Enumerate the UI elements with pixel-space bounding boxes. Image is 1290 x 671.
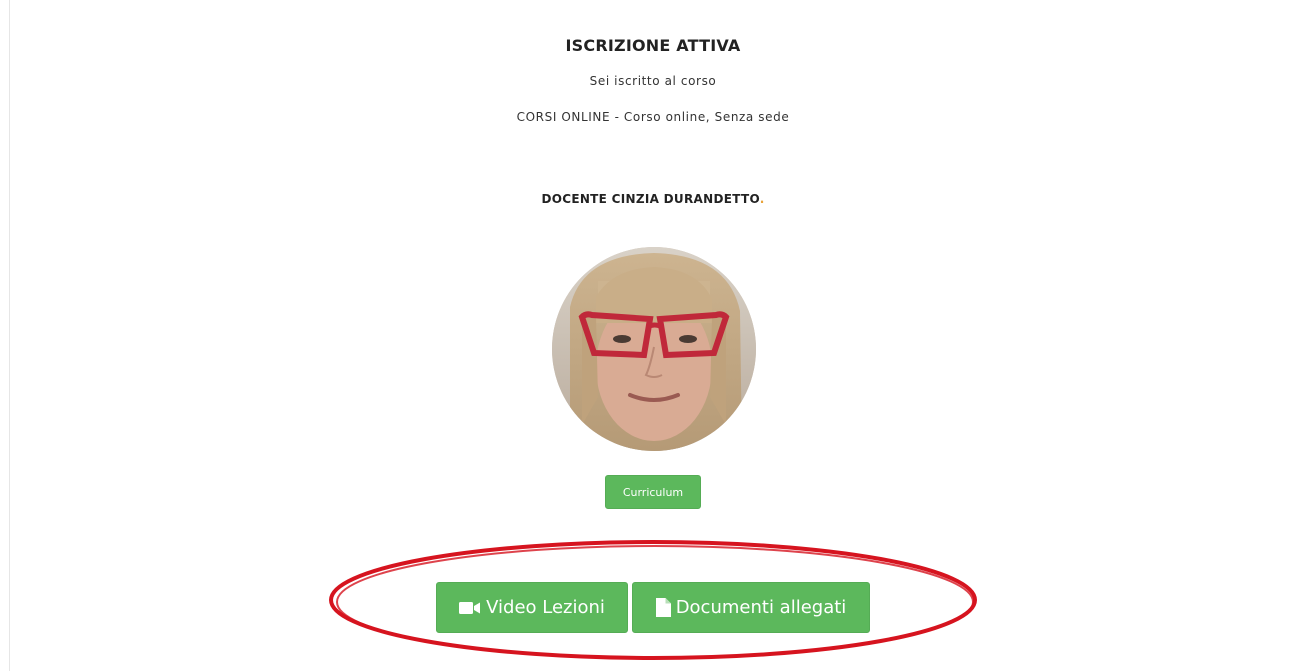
teacher-name: DOCENTE CINZIA DURANDETTO [541,192,760,206]
document-icon [655,598,671,617]
left-divider [9,0,10,671]
teacher-avatar [552,247,756,451]
attached-documents-label: Documenti allegati [675,597,847,618]
teacher-heading: DOCENTE CINZIA DURANDETTO. [0,192,1290,206]
teacher-name-dot: . [759,192,765,206]
curriculum-button[interactable]: Curriculum [605,475,701,509]
enrollment-status-title: ISCRIZIONE ATTIVA [565,36,741,55]
course-name: CORSI ONLINE - Corso online, Senza sede [516,110,790,124]
video-lessons-button[interactable]: Video Lezioni [436,582,628,633]
video-lessons-label: Video Lezioni [486,597,605,618]
attached-documents-button[interactable]: Documenti allegati [632,582,870,633]
page: ISCRIZIONE ATTIVA Sei iscritto al corso … [0,0,1290,671]
video-camera-icon [459,601,481,615]
enrolled-text: Sei iscritto al corso [589,74,717,88]
